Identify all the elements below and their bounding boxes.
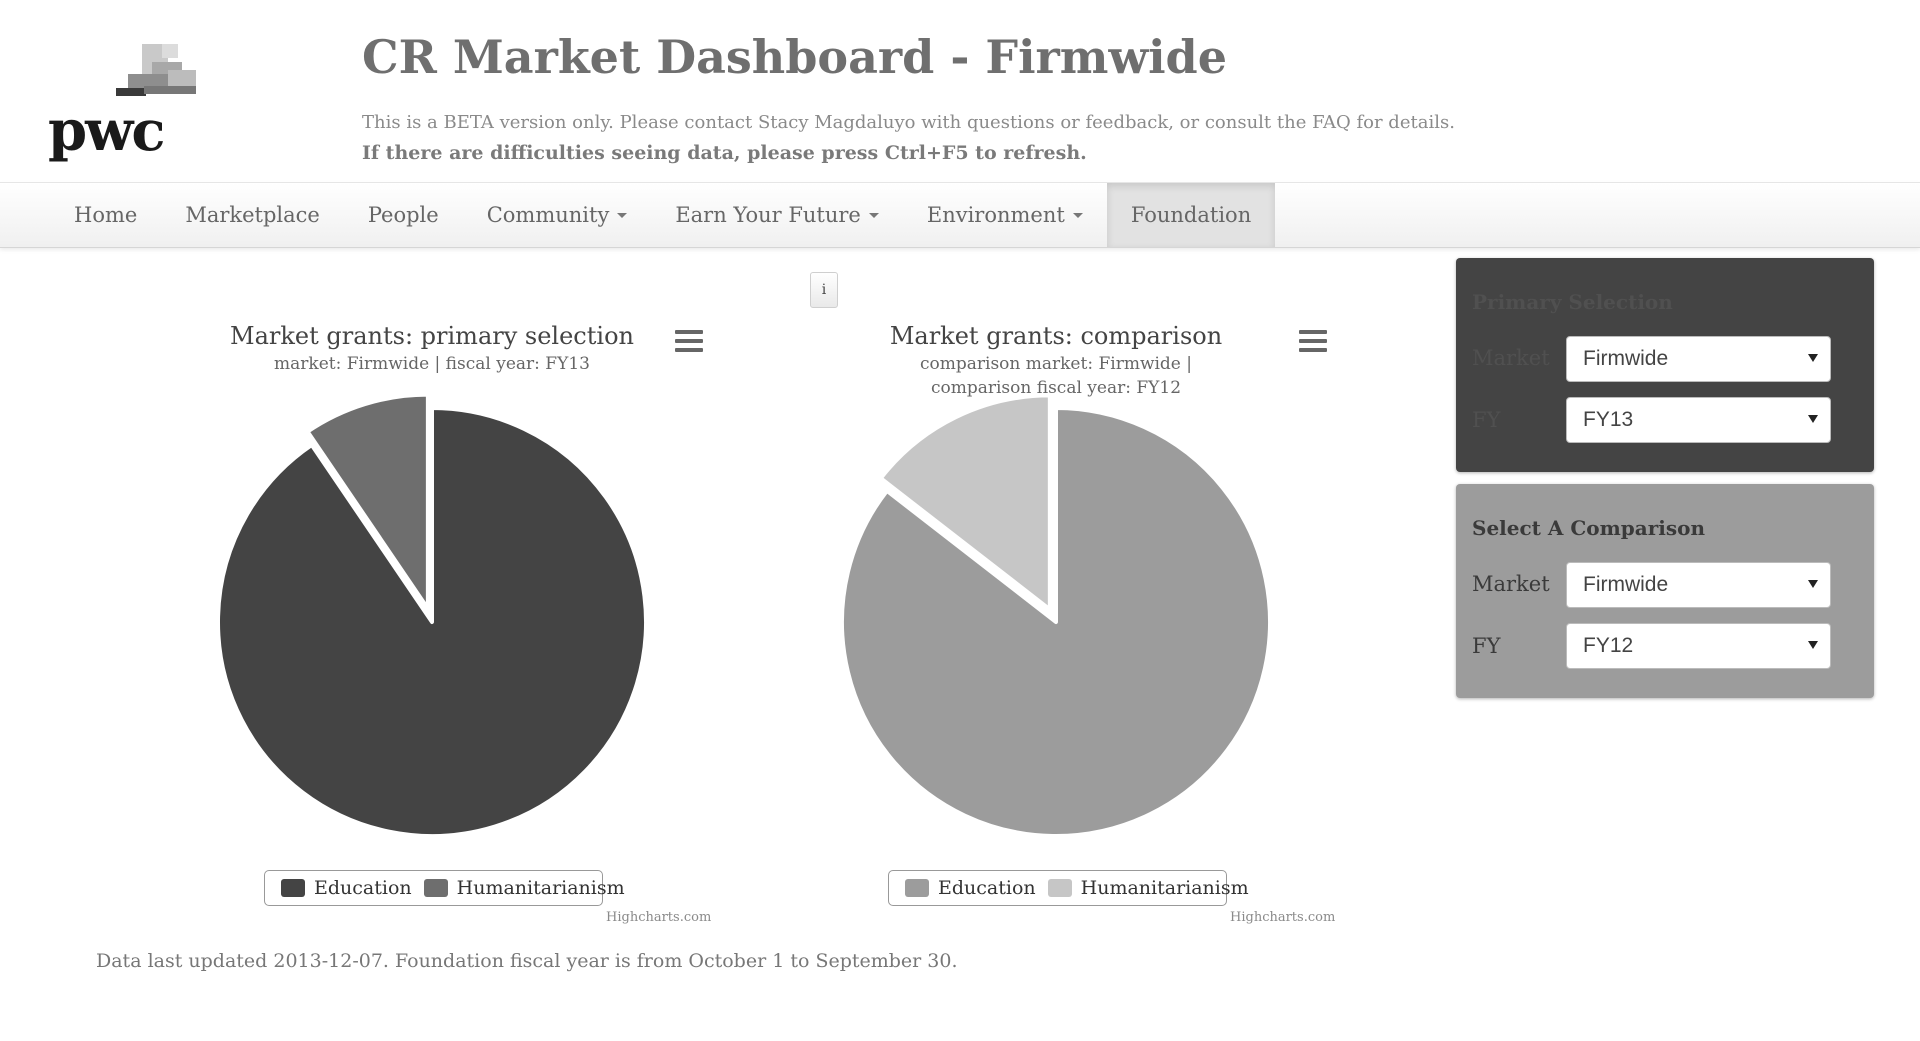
page-title: CR Market Dashboard - Firmwide [362, 30, 1227, 84]
nav-item-marketplace[interactable]: Marketplace [161, 183, 344, 247]
fy-label: FY [1472, 408, 1501, 432]
chart-credit[interactable]: Highcharts.com [606, 910, 711, 925]
footer-note: Data last updated 2013-12-07. Foundation… [96, 950, 958, 972]
primary-selection-panel: Primary Selection Market Firmwide FY FY1… [1456, 258, 1874, 472]
legend-label: Humanitarianism [456, 877, 625, 899]
dropdown-arrow-icon [1808, 580, 1818, 588]
pie-slice-education[interactable] [216, 406, 648, 838]
fy-label: FY [1472, 634, 1501, 658]
caret-down-icon [617, 212, 628, 218]
select-value: Firmwide [1583, 347, 1669, 370]
comparison-panel: Select A Comparison Market Firmwide FY F… [1456, 484, 1874, 698]
market-label: Market [1472, 572, 1550, 596]
nav-item-label: Foundation [1130, 203, 1252, 227]
nav-item-label: People [367, 203, 439, 227]
nav-item-label: Home [74, 203, 138, 227]
info-icon: i [821, 282, 827, 298]
legend-label: Humanitarianism [1080, 877, 1249, 899]
info-button[interactable]: i [810, 272, 838, 308]
chart-legend: Education Humanitarianism [264, 870, 625, 906]
comparison-pie-chart: Market grants: comparison comparison mar… [756, 310, 1356, 950]
beta-notice: This is a BETA version only. Please cont… [362, 112, 1455, 133]
chart-subtitle: market: Firmwide | fiscal year: FY13 [274, 354, 590, 374]
legend-item-humanitarianism[interactable]: Humanitarianism [423, 877, 625, 899]
pie-chart-svg [216, 392, 648, 838]
nav-item-earn-your-future[interactable]: Earn Your Future [651, 183, 903, 247]
legend-item-education[interactable]: Education [281, 877, 412, 899]
legend-swatch [1047, 879, 1072, 897]
nav-item-environment[interactable]: Environment [903, 183, 1107, 247]
pie-chart-svg [840, 393, 1272, 838]
chart-title: Market grants: comparison [889, 322, 1223, 350]
market-label: Market [1472, 346, 1550, 370]
legend-label: Education [938, 877, 1036, 899]
nav-item-people[interactable]: People [344, 183, 463, 247]
legend-item-education[interactable]: Education [905, 877, 1036, 899]
dropdown-arrow-icon [1808, 641, 1818, 649]
primary-fy-select[interactable]: FY13 [1566, 397, 1831, 443]
primary-pie-chart: Market grants: primary selection market:… [132, 310, 732, 950]
legend-label: Education [314, 877, 412, 899]
legend-swatch [905, 879, 929, 897]
nav-item-community[interactable]: Community [463, 183, 652, 247]
select-value: FY13 [1583, 408, 1634, 431]
pwc-logo: pwc [48, 40, 208, 164]
comparison-fy-select[interactable]: FY12 [1566, 623, 1831, 669]
chart-menu-icon[interactable] [675, 330, 703, 352]
select-value: FY12 [1583, 634, 1634, 657]
chart-menu-icon[interactable] [1299, 330, 1327, 352]
chart-title: Market grants: primary selection [230, 322, 634, 350]
refresh-notice: If there are difficulties seeing data, p… [362, 142, 1087, 164]
nav-item-label: Community [486, 203, 610, 227]
nav-item-home[interactable]: Home [50, 183, 161, 247]
nav-item-foundation[interactable]: Foundation [1106, 183, 1276, 247]
main-nav: Home Marketplace People Community Earn Y… [0, 182, 1920, 248]
dropdown-arrow-icon [1808, 354, 1818, 362]
chart-legend: Education Humanitarianism [888, 870, 1249, 906]
dropdown-arrow-icon [1808, 415, 1818, 423]
nav-item-label: Marketplace [185, 203, 320, 227]
select-value: Firmwide [1583, 573, 1669, 596]
legend-swatch [423, 879, 448, 897]
panel-heading: Select A Comparison [1472, 516, 1705, 540]
logo-text: pwc [48, 98, 165, 164]
legend-swatch [281, 879, 305, 897]
chart-credit[interactable]: Highcharts.com [1230, 910, 1335, 925]
legend-item-humanitarianism[interactable]: Humanitarianism [1047, 877, 1249, 899]
nav-item-label: Environment [926, 203, 1065, 227]
primary-market-select[interactable]: Firmwide [1566, 336, 1831, 382]
comparison-market-select[interactable]: Firmwide [1566, 562, 1831, 608]
nav-item-label: Earn Your Future [675, 203, 861, 227]
caret-down-icon [1072, 212, 1083, 218]
chart-subtitle: comparison market: Firmwide | comparison… [919, 354, 1193, 398]
caret-down-icon [868, 212, 879, 218]
panel-heading: Primary Selection [1472, 290, 1673, 314]
